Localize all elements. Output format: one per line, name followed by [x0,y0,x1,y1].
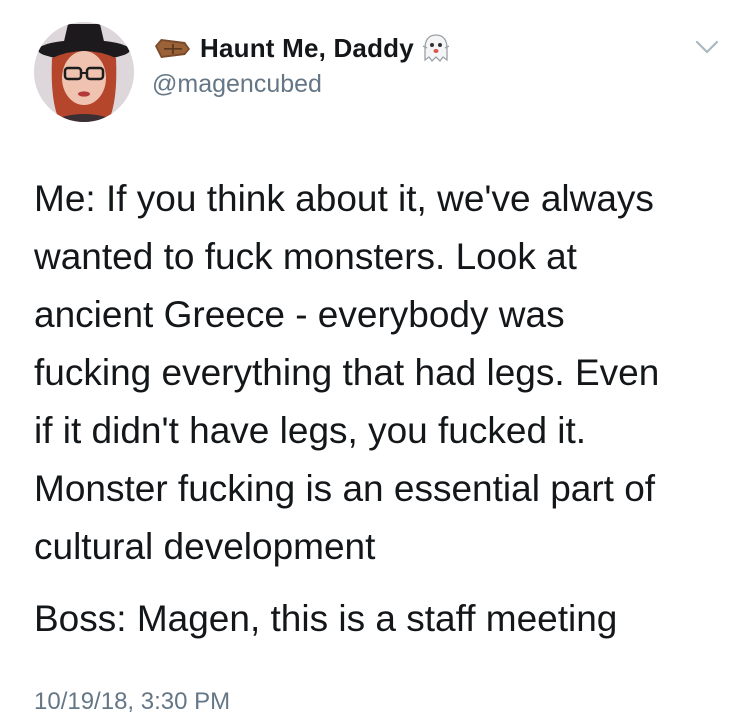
coffin-icon [155,39,190,58]
ghost-icon [422,34,450,62]
author-handle[interactable]: @magencubed [152,70,322,99]
tweet-paragraph: Me: If you think about it, we've always … [34,178,660,567]
tweet-card: Haunt Me, Daddy @magencubed Me: If you t… [0,0,750,725]
avatar-image [34,22,134,122]
tweet-paragraph: Boss: Magen, this is a staff meeting [34,598,618,639]
tweet-text: Me: If you think about it, we've always … [34,170,724,648]
tweet-timestamp[interactable]: 10/19/18, 3:30 PM [34,688,230,716]
chevron-down-icon[interactable] [694,38,720,56]
author-display-name[interactable]: Haunt Me, Daddy [200,33,414,64]
profile-avatar[interactable] [34,22,134,122]
author-name-row[interactable]: Haunt Me, Daddy [152,30,450,66]
